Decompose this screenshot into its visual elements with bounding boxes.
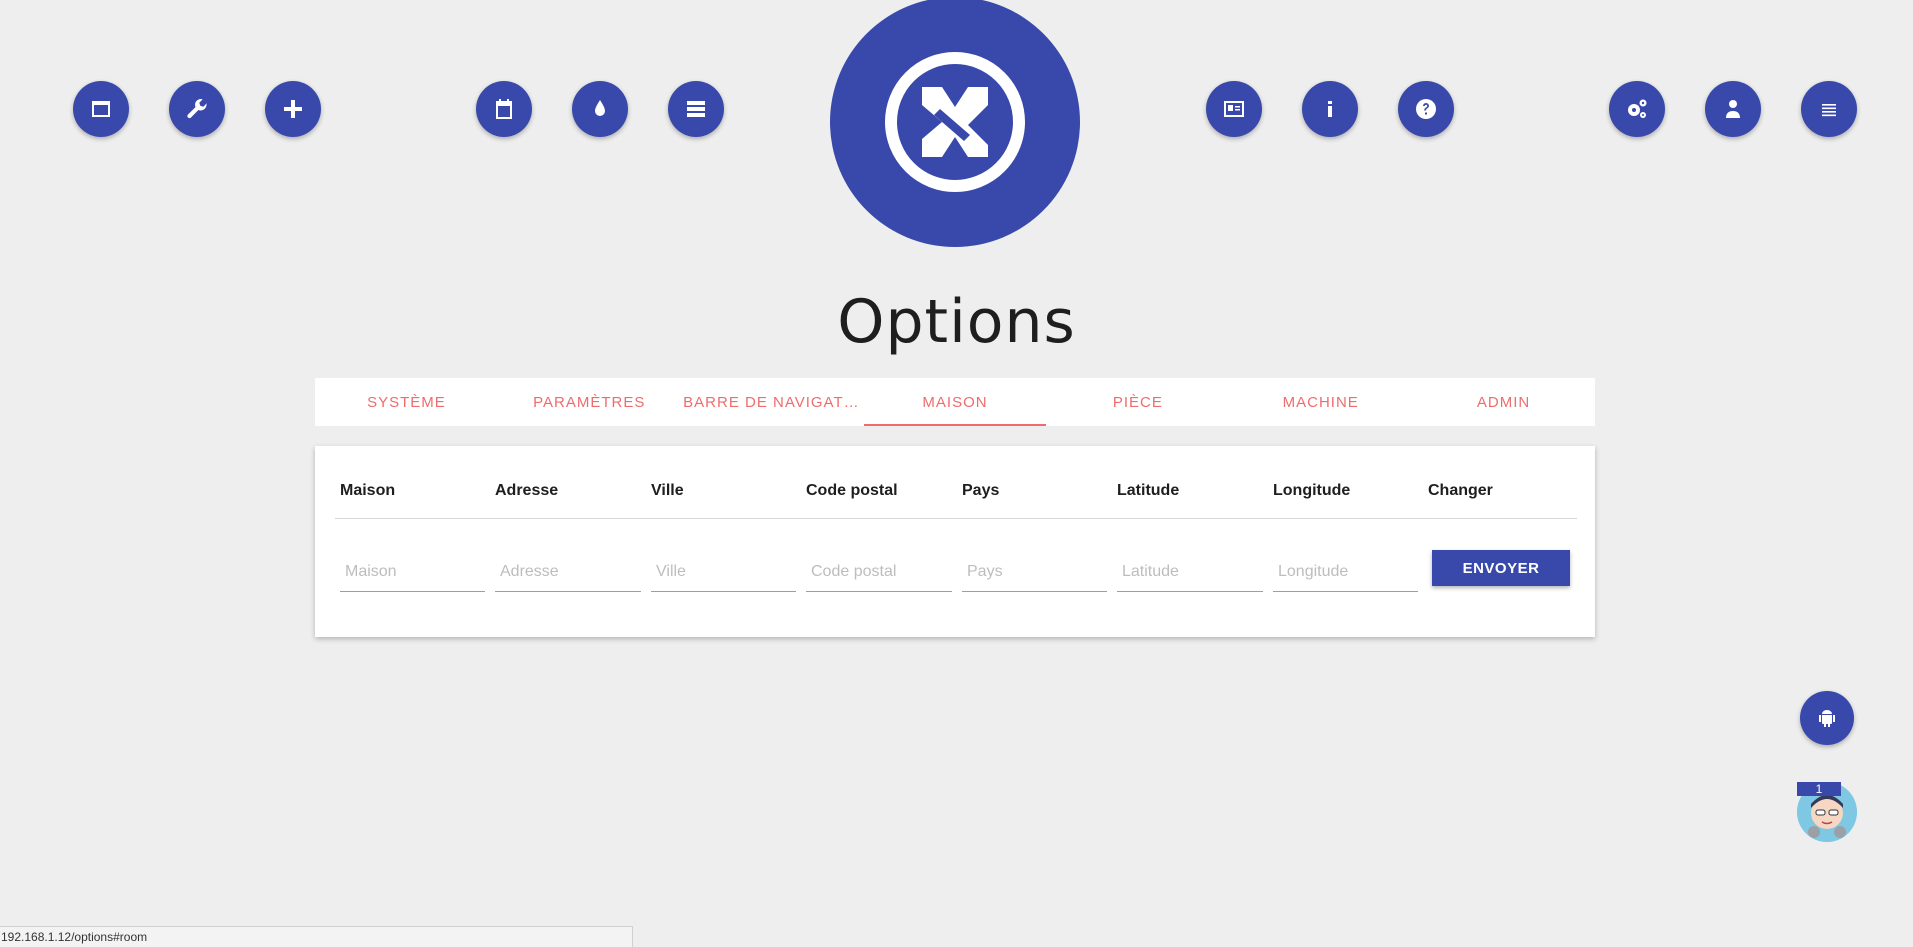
menu-button[interactable]: [1801, 81, 1857, 137]
tab-label: PIÈCE: [1112, 393, 1163, 411]
contact-button[interactable]: [1206, 81, 1262, 137]
latitude-field[interactable]: [1117, 552, 1263, 592]
tab-admin[interactable]: ADMIN: [1412, 378, 1595, 426]
tab-label: PARAMÈTRES: [533, 393, 646, 411]
help-icon: [1416, 99, 1436, 119]
add-button[interactable]: [265, 81, 321, 137]
calendar-icon: [496, 99, 512, 119]
logo-icon: [885, 52, 1025, 192]
wrench-button[interactable]: [169, 81, 225, 137]
options-tabs: SYSTÈME PARAMÈTRES BARRE DE NAVIGATION M…: [315, 378, 1595, 426]
calendar-button[interactable]: [476, 81, 532, 137]
header-latitude: Latitude: [1117, 482, 1180, 499]
tab-barre-de-navigation[interactable]: BARRE DE NAVIGATION: [681, 378, 864, 426]
pays-field[interactable]: [962, 552, 1107, 592]
header-pays: Pays: [962, 482, 1000, 499]
header-maison: Maison: [340, 482, 396, 499]
user-icon: [1726, 100, 1740, 118]
notification-badge: 1: [1797, 782, 1841, 796]
wrench-icon: [187, 98, 207, 119]
tab-piece[interactable]: PIÈCE: [1046, 378, 1229, 426]
app-logo[interactable]: [830, 0, 1080, 247]
android-button[interactable]: [1800, 691, 1854, 745]
table-header-row: Maison Adresse Ville Code postal Pays La…: [335, 446, 1577, 519]
storage-icon: [687, 101, 705, 117]
header-code-postal: Code postal: [806, 482, 898, 499]
ville-field[interactable]: [651, 552, 796, 592]
send-button[interactable]: ENVOYER: [1432, 550, 1570, 586]
header-adresse: Adresse: [495, 482, 559, 499]
adresse-field[interactable]: [495, 552, 641, 592]
tab-machine[interactable]: MACHINE: [1229, 378, 1412, 426]
house-form-card: Maison Adresse Ville Code postal Pays La…: [315, 446, 1595, 637]
tab-parametres[interactable]: PARAMÈTRES: [498, 378, 681, 426]
menu-icon: [1822, 104, 1836, 117]
help-button[interactable]: [1398, 81, 1454, 137]
id-card-icon: [1224, 101, 1244, 117]
settings-button[interactable]: [1609, 81, 1665, 137]
window-icon: [92, 101, 110, 117]
tab-label: MACHINE: [1282, 393, 1359, 411]
tab-maison[interactable]: MAISON: [863, 378, 1047, 426]
code-postal-field[interactable]: [806, 552, 952, 592]
profile-button[interactable]: [1705, 81, 1761, 137]
window-button[interactable]: [73, 81, 129, 137]
tab-label: SYSTÈME: [367, 393, 446, 411]
tab-systeme[interactable]: SYSTÈME: [315, 378, 498, 426]
tab-label: ADMIN: [1476, 393, 1531, 411]
tab-label: MAISON: [922, 393, 988, 411]
storage-button[interactable]: [668, 81, 724, 137]
info-icon: [1328, 101, 1332, 117]
page-title: Options: [837, 287, 1076, 357]
header-longitude: Longitude: [1273, 482, 1351, 499]
header-changer: Changer: [1428, 482, 1493, 499]
status-bar-url: 192.168.1.12/options#room: [0, 926, 633, 947]
longitude-field[interactable]: [1273, 552, 1418, 592]
settings-gears-icon: [1628, 99, 1647, 118]
tab-label: BARRE DE NAVIGATION: [683, 393, 862, 411]
water-button[interactable]: [572, 81, 628, 137]
header-ville: Ville: [651, 482, 684, 499]
drop-icon: [595, 100, 605, 116]
android-icon: [1819, 710, 1835, 727]
info-button[interactable]: [1302, 81, 1358, 137]
maison-field[interactable]: [340, 552, 485, 592]
plus-icon: [284, 100, 302, 118]
